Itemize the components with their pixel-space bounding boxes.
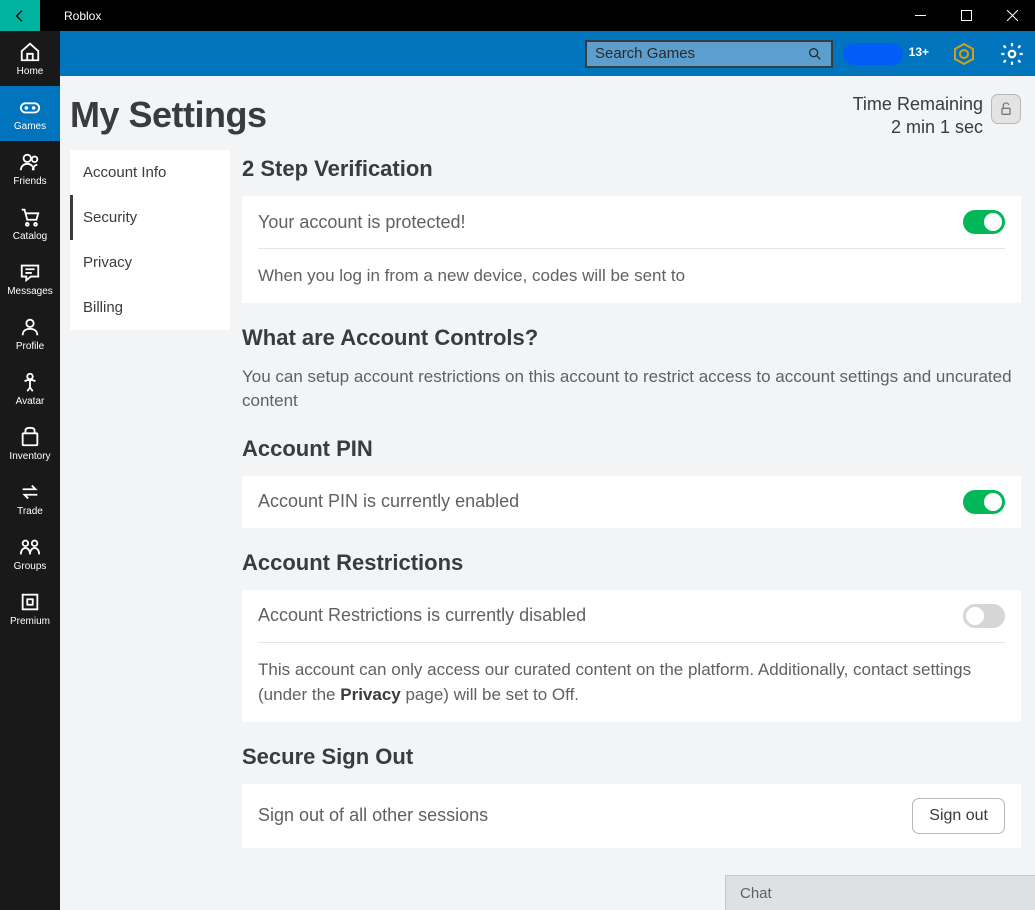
back-button[interactable] <box>0 0 40 31</box>
app-title: Roblox <box>40 9 101 23</box>
unlock-icon <box>998 101 1014 117</box>
two-step-status: Your account is protected! <box>258 212 963 233</box>
search-input-wrap[interactable] <box>585 40 833 68</box>
close-icon <box>1007 10 1018 21</box>
home-icon <box>18 40 42 64</box>
sidebar-item-label: Premium <box>10 616 50 627</box>
sidebar-item-label: Trade <box>17 506 43 517</box>
sidebar-item-home[interactable]: Home <box>0 31 60 86</box>
messages-icon <box>18 260 42 284</box>
sidebar-item-label: Home <box>17 66 44 77</box>
sidebar-item-label: Games <box>14 121 46 132</box>
signout-card: Sign out of all other sessions Sign out <box>242 784 1021 848</box>
controls-title: What are Account Controls? <box>242 325 1021 351</box>
search-icon <box>807 46 823 62</box>
robux-icon <box>952 42 976 66</box>
search-input[interactable] <box>595 45 807 62</box>
window-close-button[interactable] <box>989 0 1035 31</box>
sidebar-item-premium[interactable]: Premium <box>0 581 60 636</box>
robux-button[interactable] <box>951 41 977 67</box>
restrictions-note: This account can only access our curated… <box>258 657 1005 708</box>
restrictions-title: Account Restrictions <box>242 550 1021 576</box>
profile-icon <box>18 315 42 339</box>
page-title: My Settings <box>70 94 267 136</box>
restrictions-toggle[interactable] <box>963 604 1005 628</box>
games-icon <box>18 95 42 119</box>
tab-account-info[interactable]: Account Info <box>70 150 230 195</box>
tab-security[interactable]: Security <box>70 195 230 240</box>
sidebar-item-label: Friends <box>13 176 46 187</box>
time-remaining-label: Time Remaining <box>853 94 983 115</box>
sidebar: Home Games Friends Catalog Messages Prof… <box>0 31 60 910</box>
two-step-toggle[interactable] <box>963 210 1005 234</box>
sidebar-item-groups[interactable]: Groups <box>0 526 60 581</box>
avatar-icon <box>18 370 42 394</box>
pin-status: Account PIN is currently enabled <box>258 491 963 512</box>
groups-icon <box>18 535 42 559</box>
signout-button[interactable]: Sign out <box>912 798 1005 834</box>
two-step-card: Your account is protected! When you log … <box>242 196 1021 303</box>
two-step-title: 2 Step Verification <box>242 156 1021 182</box>
minimize-icon <box>915 10 926 21</box>
sidebar-item-label: Catalog <box>13 231 47 242</box>
window-minimize-button[interactable] <box>897 0 943 31</box>
restrictions-card: Account Restrictions is currently disabl… <box>242 590 1021 722</box>
signout-text: Sign out of all other sessions <box>258 805 912 826</box>
sidebar-item-label: Inventory <box>9 451 50 462</box>
time-remaining: Time Remaining 2 min 1 sec <box>853 94 983 138</box>
sidebar-item-catalog[interactable]: Catalog <box>0 196 60 251</box>
trade-icon <box>18 480 42 504</box>
friends-icon <box>18 150 42 174</box>
controls-desc: You can setup account restrictions on th… <box>242 365 1021 414</box>
sidebar-item-label: Avatar <box>16 396 45 407</box>
sidebar-item-inventory[interactable]: Inventory <box>0 416 60 471</box>
topbar: 13+ <box>60 31 1035 76</box>
sidebar-item-label: Profile <box>16 341 44 352</box>
sidebar-item-games[interactable]: Games <box>0 86 60 141</box>
sidebar-item-trade[interactable]: Trade <box>0 471 60 526</box>
sidebar-item-friends[interactable]: Friends <box>0 141 60 196</box>
sidebar-item-profile[interactable]: Profile <box>0 306 60 361</box>
arrow-left-icon <box>12 8 28 24</box>
pin-card: Account PIN is currently enabled <box>242 476 1021 528</box>
premium-icon <box>18 590 42 614</box>
tab-billing[interactable]: Billing <box>70 285 230 330</box>
pin-toggle[interactable] <box>963 490 1005 514</box>
inventory-icon <box>18 425 42 449</box>
maximize-icon <box>961 10 972 21</box>
restrictions-status: Account Restrictions is currently disabl… <box>258 605 963 626</box>
window-maximize-button[interactable] <box>943 0 989 31</box>
tab-privacy[interactable]: Privacy <box>70 240 230 285</box>
two-step-note: When you log in from a new device, codes… <box>258 263 1005 289</box>
settings-tabs: Account Info Security Privacy Billing <box>70 150 230 330</box>
sidebar-item-avatar[interactable]: Avatar <box>0 361 60 416</box>
catalog-icon <box>18 205 42 229</box>
sidebar-item-messages[interactable]: Messages <box>0 251 60 306</box>
signout-title: Secure Sign Out <box>242 744 1021 770</box>
pin-title: Account PIN <box>242 436 1021 462</box>
privacy-link[interactable]: Privacy <box>340 685 401 704</box>
time-remaining-value: 2 min 1 sec <box>853 117 983 138</box>
gear-icon <box>999 41 1025 67</box>
chat-tray[interactable]: Chat <box>725 875 1035 910</box>
settings-button[interactable] <box>999 41 1025 67</box>
sidebar-item-label: Messages <box>7 286 53 297</box>
sidebar-item-label: Groups <box>14 561 47 572</box>
window-titlebar: Roblox <box>0 0 1035 31</box>
chat-label: Chat <box>740 885 772 902</box>
age-pill[interactable] <box>843 43 903 65</box>
pin-lock-button[interactable] <box>991 94 1021 124</box>
age-label: 13+ <box>909 45 929 59</box>
